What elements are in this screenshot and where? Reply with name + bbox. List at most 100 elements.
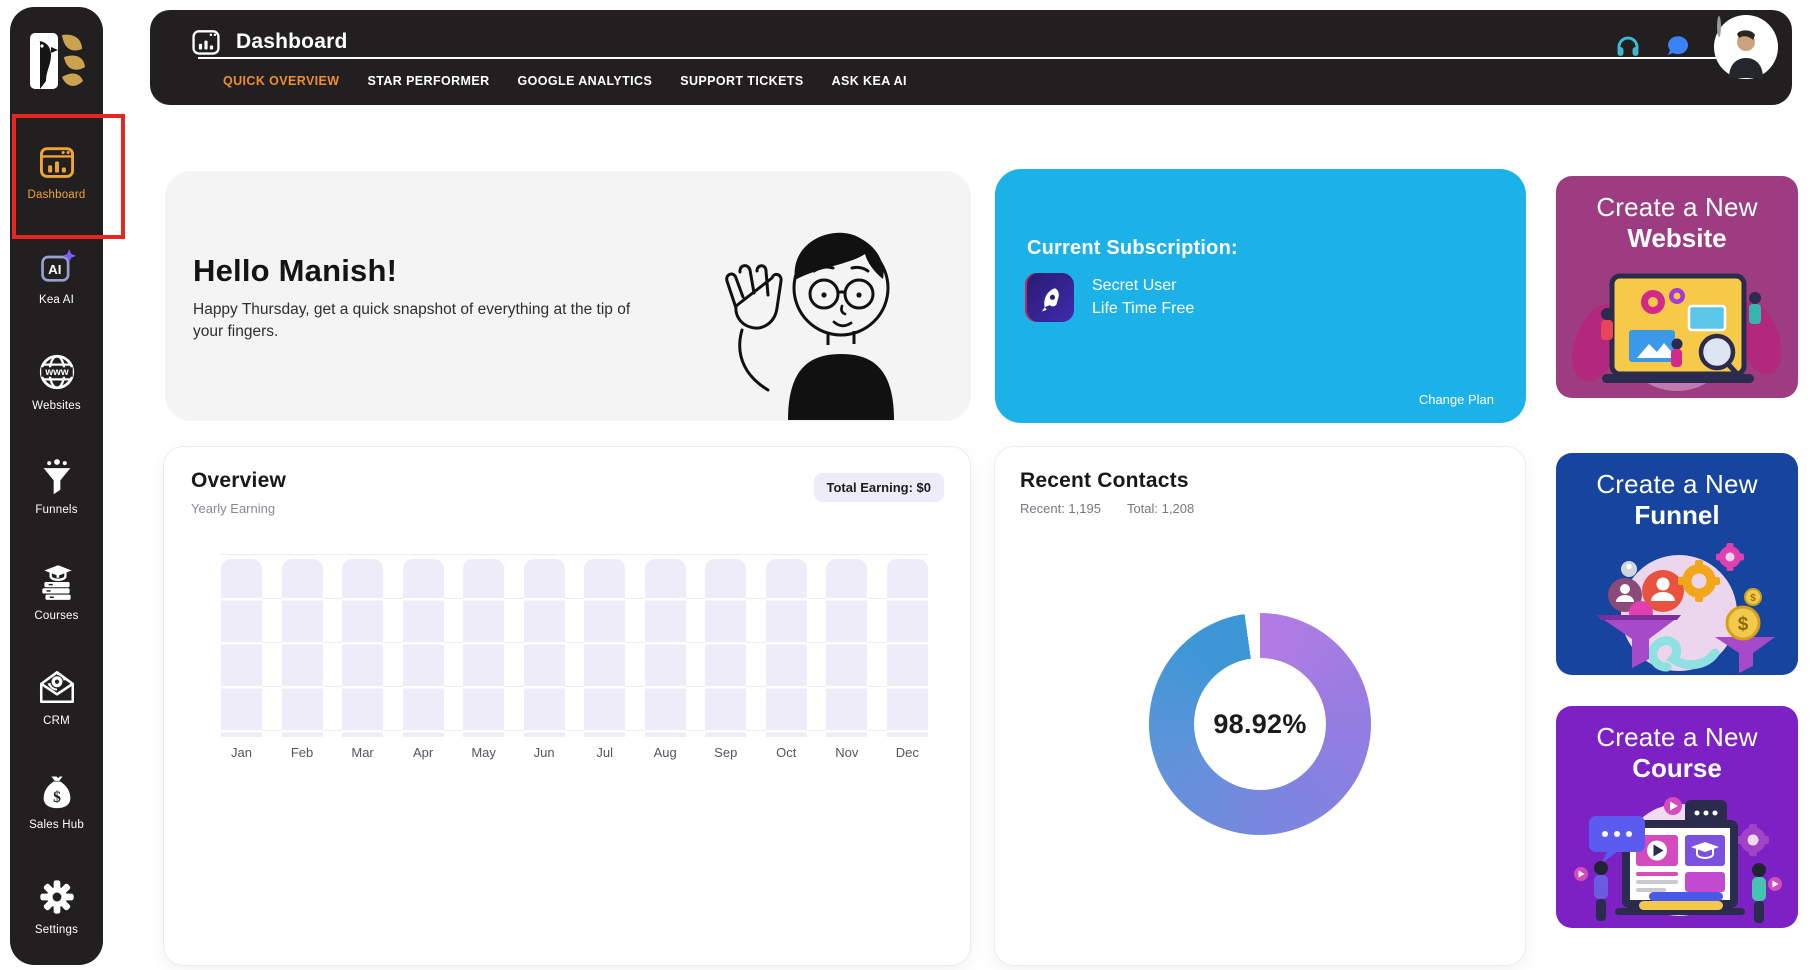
svg-text:$: $ (1738, 614, 1749, 635)
sidebar-item-label: Kea AI (39, 294, 74, 306)
promo-line2: Course (1556, 753, 1798, 784)
kea-logo-icon (28, 31, 86, 93)
sidebar: Dashboard AI Kea AI www (10, 7, 103, 965)
kea-logo[interactable] (10, 31, 103, 93)
courses-icon (36, 561, 78, 603)
subscription-plan: Secret User Life Time Free (1092, 275, 1194, 320)
bar (645, 559, 686, 737)
promo-line1: Create a New (1556, 192, 1798, 223)
yearly-earning-bar-chart (221, 554, 928, 737)
bar (403, 559, 444, 737)
subscription-heading: Current Subscription: (1027, 237, 1238, 260)
crm-envelope-gear-icon (36, 666, 78, 708)
bar (584, 559, 625, 737)
promo-line2: Funnel (1556, 500, 1798, 531)
dashboard-icon (37, 142, 77, 182)
bar-label: Feb (282, 745, 323, 760)
bar (705, 559, 746, 737)
create-funnel-card[interactable]: Create a New Funnel $ $ (1556, 453, 1798, 675)
bar (342, 559, 383, 737)
contacts-stats: Recent: 1,195 Total: 1,208 (1020, 501, 1194, 516)
top-header: Dashboard QUICK OVERVIEW STAR PERFORMER … (150, 10, 1792, 105)
overview-card: Overview Yearly Earning Total Earning: $… (163, 446, 971, 966)
sidebar-item-label: Dashboard (27, 189, 85, 201)
bar-chart-labels: JanFebMarAprMayJunJulAugSepOctNovDec (221, 745, 928, 760)
gear-icon (37, 877, 77, 917)
waving-person-illustration (696, 208, 931, 421)
bar (221, 559, 262, 737)
tab-star-performer[interactable]: STAR PERFORMER (368, 70, 490, 92)
bar-label: Nov (826, 745, 867, 760)
sidebar-item-settings[interactable]: Settings (10, 854, 103, 959)
sidebar-item-courses[interactable]: Courses (10, 539, 103, 644)
sidebar-item-funnels[interactable]: Funnels (10, 434, 103, 539)
sidebar-item-crm[interactable]: CRM (10, 644, 103, 749)
tab-ask-kea-ai[interactable]: ASK KEA AI (832, 70, 907, 92)
welcome-title: Hello Manish! (193, 253, 397, 289)
donut-hole: 98.92% (1194, 658, 1326, 790)
avatar[interactable] (1714, 15, 1778, 79)
tab-google-analytics[interactable]: GOOGLE ANALYTICS (518, 70, 653, 92)
sidebar-item-kea-ai[interactable]: AI Kea AI (10, 224, 103, 329)
sidebar-item-label: Courses (34, 610, 78, 622)
subscription-plan-name: Life Time Free (1092, 298, 1194, 320)
sidebar-item-label: Settings (35, 924, 78, 936)
bar-label: May (463, 745, 504, 760)
contacts-title: Recent Contacts (1020, 469, 1189, 493)
headset-icon[interactable] (1614, 33, 1642, 61)
svg-text:$: $ (53, 789, 61, 806)
ai-icon: AI (37, 247, 77, 287)
welcome-message: Happy Thursday, get a quick snapshot of … (193, 299, 663, 344)
subscription-user: Secret User (1092, 275, 1194, 297)
bar-chart-columns (221, 554, 928, 737)
dashboard-window-icon (190, 26, 222, 58)
funnel-icon (37, 457, 77, 497)
sidebar-item-sales-hub[interactable]: $ Sales Hub (10, 749, 103, 854)
bar-label: Apr (403, 745, 444, 760)
chat-icon[interactable] (1664, 33, 1692, 61)
bar-label: Dec (887, 745, 928, 760)
rocket-icon (1025, 273, 1074, 322)
sidebar-item-label: Sales Hub (29, 819, 84, 831)
total-earning-badge: Total Earning: $0 (814, 473, 945, 502)
contacts-recent-count: Recent: 1,195 (1020, 501, 1101, 516)
bar-label: Mar (342, 745, 383, 760)
recent-contacts-card: Recent Contacts Recent: 1,195 Total: 1,2… (994, 446, 1526, 966)
svg-text:AI: AI (48, 262, 61, 277)
welcome-card: Hello Manish! Happy Thursday, get a quic… (165, 171, 971, 421)
globe-www-icon: www (36, 351, 78, 393)
header-divider (198, 57, 1718, 59)
bar-label: Jul (584, 745, 625, 760)
bar (826, 559, 867, 737)
svg-text:www: www (44, 367, 69, 378)
overview-subtitle: Yearly Earning (191, 501, 275, 516)
create-website-card[interactable]: Create a New Website (1556, 176, 1798, 398)
sidebar-item-label: Websites (32, 400, 81, 412)
app-root: Dashboard AI Kea AI www (0, 0, 1813, 970)
create-course-card[interactable]: Create a New Course (1556, 706, 1798, 928)
bar-label: Sep (705, 745, 746, 760)
svg-text:$: $ (1750, 593, 1756, 604)
bar-label: Jun (524, 745, 565, 760)
course-illustration (1556, 788, 1798, 928)
sidebar-item-websites[interactable]: www Websites (10, 329, 103, 434)
bar-label: Aug (645, 745, 686, 760)
header-actions (1614, 10, 1778, 84)
tab-support-tickets[interactable]: SUPPORT TICKETS (680, 70, 803, 92)
change-plan-link[interactable]: Change Plan (1419, 392, 1494, 407)
donut-percent-label: 98.92% (1213, 709, 1306, 740)
header-tabs: QUICK OVERVIEW STAR PERFORMER GOOGLE ANA… (223, 70, 907, 92)
funnel-illustration: $ $ (1556, 535, 1798, 675)
promo-line2: Website (1556, 223, 1798, 254)
promo-line1: Create a New (1556, 469, 1798, 500)
contacts-donut-chart: 98.92% (1149, 613, 1371, 835)
tab-quick-overview[interactable]: QUICK OVERVIEW (223, 70, 340, 92)
bar-label: Oct (766, 745, 807, 760)
bar (524, 559, 565, 737)
bar (887, 559, 928, 737)
overview-title: Overview (191, 469, 286, 493)
sidebar-item-dashboard[interactable]: Dashboard (10, 119, 103, 224)
promo-line1: Create a New (1556, 722, 1798, 753)
page-title: Dashboard (236, 30, 348, 54)
bar (766, 559, 807, 737)
